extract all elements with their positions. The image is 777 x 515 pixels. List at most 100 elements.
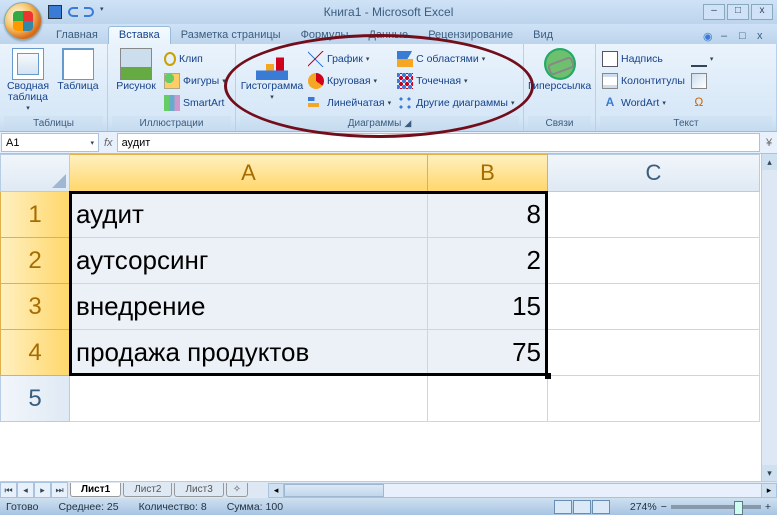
tab-view[interactable]: Вид bbox=[523, 27, 563, 44]
sheet-tab-3[interactable]: Лист3 bbox=[174, 483, 223, 497]
sheet-tab-1[interactable]: Лист1 bbox=[70, 483, 121, 497]
header-footer-icon bbox=[602, 73, 618, 89]
cell[interactable] bbox=[548, 284, 760, 330]
cell[interactable] bbox=[70, 376, 428, 422]
cell[interactable]: продажа продуктов bbox=[70, 330, 428, 376]
name-box[interactable]: A1 ▾ bbox=[1, 133, 99, 152]
zoom-in-button[interactable]: + bbox=[765, 501, 771, 513]
mdi-restore-button[interactable]: □ bbox=[739, 30, 753, 44]
hscroll-right-icon[interactable]: ▸ bbox=[761, 483, 777, 498]
hyperlink-button[interactable]: Гиперссылка bbox=[528, 46, 591, 92]
office-button[interactable] bbox=[4, 2, 42, 40]
cell[interactable] bbox=[548, 376, 760, 422]
pivot-table-button[interactable]: Сводная таблица ▾ bbox=[4, 46, 52, 112]
tab-home[interactable]: Главная bbox=[46, 27, 108, 44]
cell[interactable]: аутсорсинг bbox=[70, 238, 428, 284]
row-header[interactable]: 1 bbox=[0, 192, 70, 238]
cell[interactable] bbox=[548, 330, 760, 376]
tab-data[interactable]: Данные bbox=[358, 27, 418, 44]
view-page-break-button[interactable] bbox=[592, 500, 610, 514]
sheet-tab-2[interactable]: Лист2 bbox=[123, 483, 172, 497]
title-bar: ▾ Книга1 - Microsoft Excel – □ x bbox=[0, 0, 777, 24]
worksheet-grid: A B C 1аудит82аутсорсинг23внедрение154пр… bbox=[0, 154, 777, 481]
scatter-chart-button[interactable]: Точечная▾ bbox=[395, 70, 516, 91]
scroll-down-icon[interactable]: ▾ bbox=[762, 465, 777, 481]
zoom-slider[interactable] bbox=[671, 505, 761, 509]
fx-icon[interactable]: fx bbox=[104, 137, 113, 149]
zoom-level[interactable]: 274% bbox=[630, 501, 657, 513]
help-icon[interactable]: ◉ bbox=[703, 30, 717, 44]
object-button[interactable] bbox=[689, 70, 716, 91]
picture-button[interactable]: Рисунок bbox=[112, 46, 160, 92]
cell[interactable] bbox=[548, 192, 760, 238]
symbol-button[interactable]: Ω bbox=[689, 92, 716, 113]
cell[interactable]: внедрение bbox=[70, 284, 428, 330]
undo-icon[interactable] bbox=[68, 7, 78, 17]
formula-input[interactable]: аудит bbox=[117, 133, 760, 152]
cell[interactable]: аудит bbox=[70, 192, 428, 238]
namebox-dropdown-icon[interactable]: ▾ bbox=[90, 139, 94, 147]
view-page-layout-button[interactable] bbox=[573, 500, 591, 514]
zoom-out-button[interactable]: − bbox=[661, 501, 667, 513]
mdi-close-button[interactable]: x bbox=[757, 30, 771, 44]
quick-access-toolbar: ▾ bbox=[48, 5, 114, 19]
row-header[interactable]: 4 bbox=[0, 330, 70, 376]
table-button[interactable]: Таблица bbox=[54, 46, 102, 92]
status-bar: Готово Среднее: 25 Количество: 8 Сумма: … bbox=[0, 498, 777, 515]
area-chart-button[interactable]: С областями▾ bbox=[395, 48, 516, 69]
row-header[interactable]: 2 bbox=[0, 238, 70, 284]
new-sheet-button[interactable]: ✧ bbox=[226, 483, 248, 497]
line-chart-button[interactable]: График▾ bbox=[306, 48, 393, 69]
cell[interactable]: 75 bbox=[428, 330, 548, 376]
clip-button[interactable]: Клип bbox=[162, 48, 228, 69]
hscroll-thumb[interactable] bbox=[284, 484, 384, 497]
column-header-a[interactable]: A bbox=[70, 154, 428, 192]
other-charts-button[interactable]: Другие диаграммы▾ bbox=[395, 92, 516, 113]
redo-icon[interactable] bbox=[84, 7, 94, 17]
formula-bar-expand-icon[interactable]: ¥ bbox=[761, 132, 777, 153]
tab-formulas[interactable]: Формулы bbox=[291, 27, 359, 44]
maximize-button[interactable]: □ bbox=[727, 4, 749, 20]
view-normal-button[interactable] bbox=[554, 500, 572, 514]
smartart-button[interactable]: SmartArt bbox=[162, 92, 228, 113]
scroll-up-icon[interactable]: ▴ bbox=[762, 154, 777, 170]
tab-nav-next[interactable]: ▸ bbox=[34, 482, 51, 498]
save-icon[interactable] bbox=[48, 5, 62, 19]
tab-nav-first[interactable]: ⏮ bbox=[0, 482, 17, 498]
histogram-button[interactable]: Гистограмма ▾ bbox=[240, 46, 304, 101]
scatter-chart-icon bbox=[397, 73, 413, 89]
bar-chart-button[interactable]: Линейчатая▾ bbox=[306, 92, 393, 113]
vertical-scrollbar[interactable]: ▴ ▾ bbox=[761, 154, 777, 481]
sheet-tab-bar: ⏮ ◂ ▸ ⏭ Лист1 Лист2 Лист3 ✧ ◂ ▸ bbox=[0, 481, 777, 498]
formula-bar: A1 ▾ fx аудит ¥ bbox=[0, 132, 777, 154]
tab-insert[interactable]: Вставка bbox=[108, 26, 171, 44]
tab-review[interactable]: Рецензирование bbox=[418, 27, 523, 44]
close-button[interactable]: x bbox=[751, 4, 773, 20]
tab-nav-last[interactable]: ⏭ bbox=[51, 482, 68, 498]
row-header[interactable]: 5 bbox=[0, 376, 70, 422]
cell[interactable]: 8 bbox=[428, 192, 548, 238]
minimize-button[interactable]: – bbox=[703, 4, 725, 20]
signature-line-button[interactable]: ▾ bbox=[689, 48, 716, 69]
mdi-minimize-button[interactable]: – bbox=[721, 30, 735, 44]
textbox-button[interactable]: Надпись bbox=[600, 48, 687, 69]
cell[interactable] bbox=[548, 238, 760, 284]
cell[interactable]: 15 bbox=[428, 284, 548, 330]
row-header[interactable]: 3 bbox=[0, 284, 70, 330]
column-header-b[interactable]: B bbox=[428, 154, 548, 192]
select-all-button[interactable] bbox=[0, 154, 70, 192]
cell[interactable]: 2 bbox=[428, 238, 548, 284]
cell[interactable] bbox=[428, 376, 548, 422]
hscroll-left-icon[interactable]: ◂ bbox=[268, 483, 284, 498]
pie-chart-button[interactable]: Круговая▾ bbox=[306, 70, 393, 91]
charts-dialog-launcher-icon[interactable]: ◢ bbox=[404, 118, 411, 129]
tab-page-layout[interactable]: Разметка страницы bbox=[171, 27, 291, 44]
header-footer-button[interactable]: Колонтитулы bbox=[600, 70, 687, 91]
hscroll-track[interactable] bbox=[284, 483, 761, 498]
wordart-button[interactable]: AWordArt▾ bbox=[600, 92, 687, 113]
fill-handle[interactable] bbox=[545, 373, 551, 379]
column-header-c[interactable]: C bbox=[548, 154, 760, 192]
shapes-button[interactable]: Фигуры▾ bbox=[162, 70, 228, 91]
tab-nav-prev[interactable]: ◂ bbox=[17, 482, 34, 498]
qat-dropdown-icon[interactable]: ▾ bbox=[100, 5, 114, 19]
